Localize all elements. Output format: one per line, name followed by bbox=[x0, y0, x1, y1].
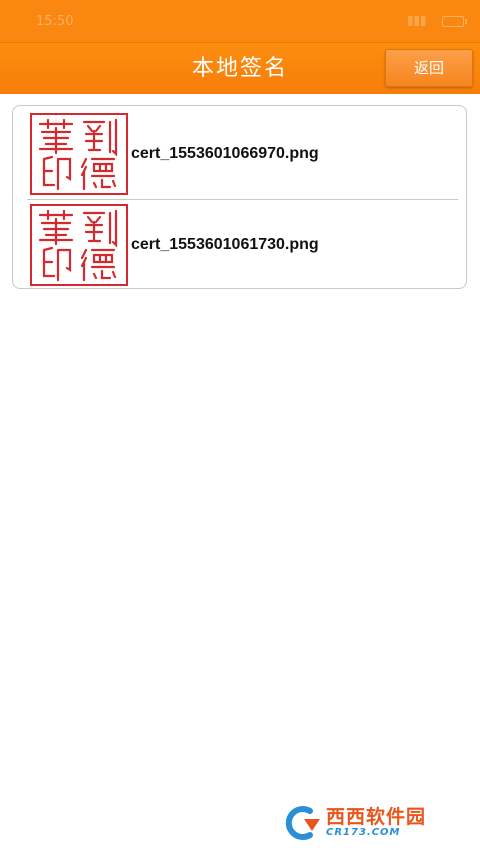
file-list: cert_1553601066970.png cert_155360106173… bbox=[12, 105, 467, 289]
watermark-logo-icon bbox=[280, 805, 324, 841]
app-screen: 15:50 本地签名 返回 cert_1553601066970.png cer… bbox=[0, 0, 480, 853]
status-bar: 15:50 bbox=[0, 0, 480, 42]
battery-icon bbox=[442, 15, 467, 27]
watermark-title: 西西软件园 bbox=[326, 806, 427, 828]
back-button[interactable]: 返回 bbox=[385, 49, 473, 87]
status-time: 15:50 bbox=[36, 13, 74, 29]
file-name: cert_1553601061730.png bbox=[131, 236, 319, 253]
seal-image-icon bbox=[38, 209, 118, 282]
watermark-text: 西西软件园 CR173.COM bbox=[326, 808, 426, 838]
seal-image-icon bbox=[38, 118, 118, 191]
file-name: cert_1553601066970.png bbox=[131, 145, 319, 162]
list-item[interactable]: cert_1553601061730.png bbox=[13, 200, 466, 288]
signal-icon bbox=[408, 16, 430, 26]
title-bar: 本地签名 返回 bbox=[0, 42, 480, 94]
watermark-subtitle: CR173.COM bbox=[326, 827, 401, 838]
list-item[interactable]: cert_1553601066970.png bbox=[13, 109, 466, 199]
status-icons bbox=[408, 15, 467, 27]
seal-thumbnail bbox=[30, 204, 128, 286]
seal-thumbnail bbox=[30, 113, 128, 195]
watermark: 西西软件园 CR173.COM bbox=[280, 803, 458, 843]
